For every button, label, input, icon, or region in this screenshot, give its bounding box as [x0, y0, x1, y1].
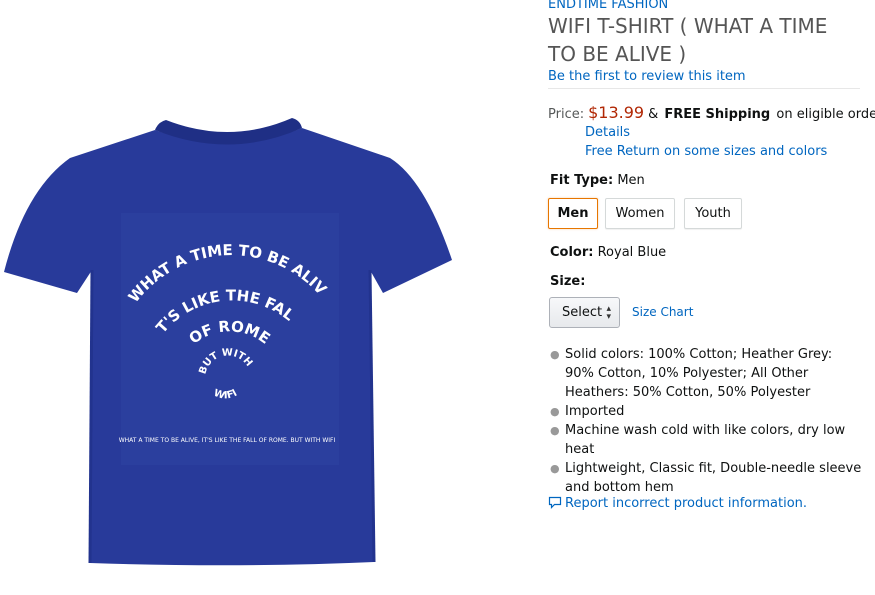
- feature-bullet-text: Machine wash cold with like colors, dry …: [565, 423, 846, 457]
- speech-bubble-icon: [548, 496, 562, 509]
- feature-bullet-text: Solid colors: 100% Cotton; Heather Grey:…: [565, 347, 833, 400]
- fit-button-men[interactable]: Men: [548, 198, 598, 229]
- review-link[interactable]: Be the first to review this item: [548, 69, 746, 84]
- report-info-link[interactable]: Report incorrect product information.: [548, 496, 807, 511]
- color-row: Color: Royal Blue: [550, 245, 666, 260]
- bullet-dot-icon: ●: [550, 424, 560, 437]
- feature-bullet: ● Imported: [548, 402, 863, 421]
- product-title: WIFI T-SHIRT ( WHAT A TIME TO BE ALIVE ): [548, 14, 828, 66]
- bullet-dot-icon: ●: [550, 405, 560, 418]
- size-select[interactable]: Select ▴ ▾: [549, 297, 620, 328]
- bullet-dot-icon: ●: [550, 348, 560, 361]
- print-caption: WHAT A TIME TO BE ALIVE, IT'S LIKE THE F…: [119, 437, 336, 444]
- size-label: Size:: [550, 274, 586, 289]
- price-amp: &: [648, 107, 659, 122]
- free-shipping-text: FREE Shipping: [664, 107, 771, 122]
- feature-bullets: ● Solid colors: 100% Cotton; Heather Grey…: [548, 345, 863, 497]
- divider: [548, 88, 860, 89]
- size-chart-link[interactable]: Size Chart: [632, 305, 693, 319]
- feature-bullet: ● Machine wash cold with like colors, dry…: [548, 421, 863, 459]
- feature-bullet: ● Lightweight, Classic fit, Double-needle…: [548, 459, 863, 497]
- feature-bullet-text: Lightweight, Classic fit, Double-needle …: [565, 461, 862, 495]
- report-info-text: Report incorrect product information.: [565, 496, 808, 511]
- brand-link[interactable]: ENDTIME FASHION: [548, 0, 668, 12]
- select-caret-icon: ▴ ▾: [606, 304, 611, 322]
- fit-type-label-text: Fit Type:: [550, 173, 614, 188]
- size-select-value: Select: [562, 305, 603, 320]
- fit-button-youth[interactable]: Youth: [684, 198, 742, 229]
- fit-type-label: Fit Type: Men: [550, 173, 645, 188]
- fit-type-value: Men: [617, 173, 645, 188]
- color-value: Royal Blue: [597, 245, 667, 260]
- color-label: Color:: [550, 245, 594, 260]
- bullet-dot-icon: ●: [550, 462, 560, 475]
- fit-button-women[interactable]: Women: [605, 198, 675, 229]
- price-label: Price:: [548, 107, 585, 122]
- price-row: Price: $13.99 & FREE Shipping on eligible …: [548, 103, 875, 122]
- feature-bullet-text: Imported: [565, 404, 625, 419]
- feature-bullet: ● Solid colors: 100% Cotton; Heather Grey…: [548, 345, 863, 402]
- product-image[interactable]: WHAT A TIME TO BE ALIVE IT'S LIKE THE FA…: [0, 0, 460, 595]
- shipping-rest-text: on eligible orders.: [776, 107, 875, 122]
- shipping-details-link[interactable]: Details: [585, 125, 630, 140]
- price-value: $13.99: [588, 103, 645, 122]
- free-return-link[interactable]: Free Return on some sizes and colors: [585, 144, 827, 159]
